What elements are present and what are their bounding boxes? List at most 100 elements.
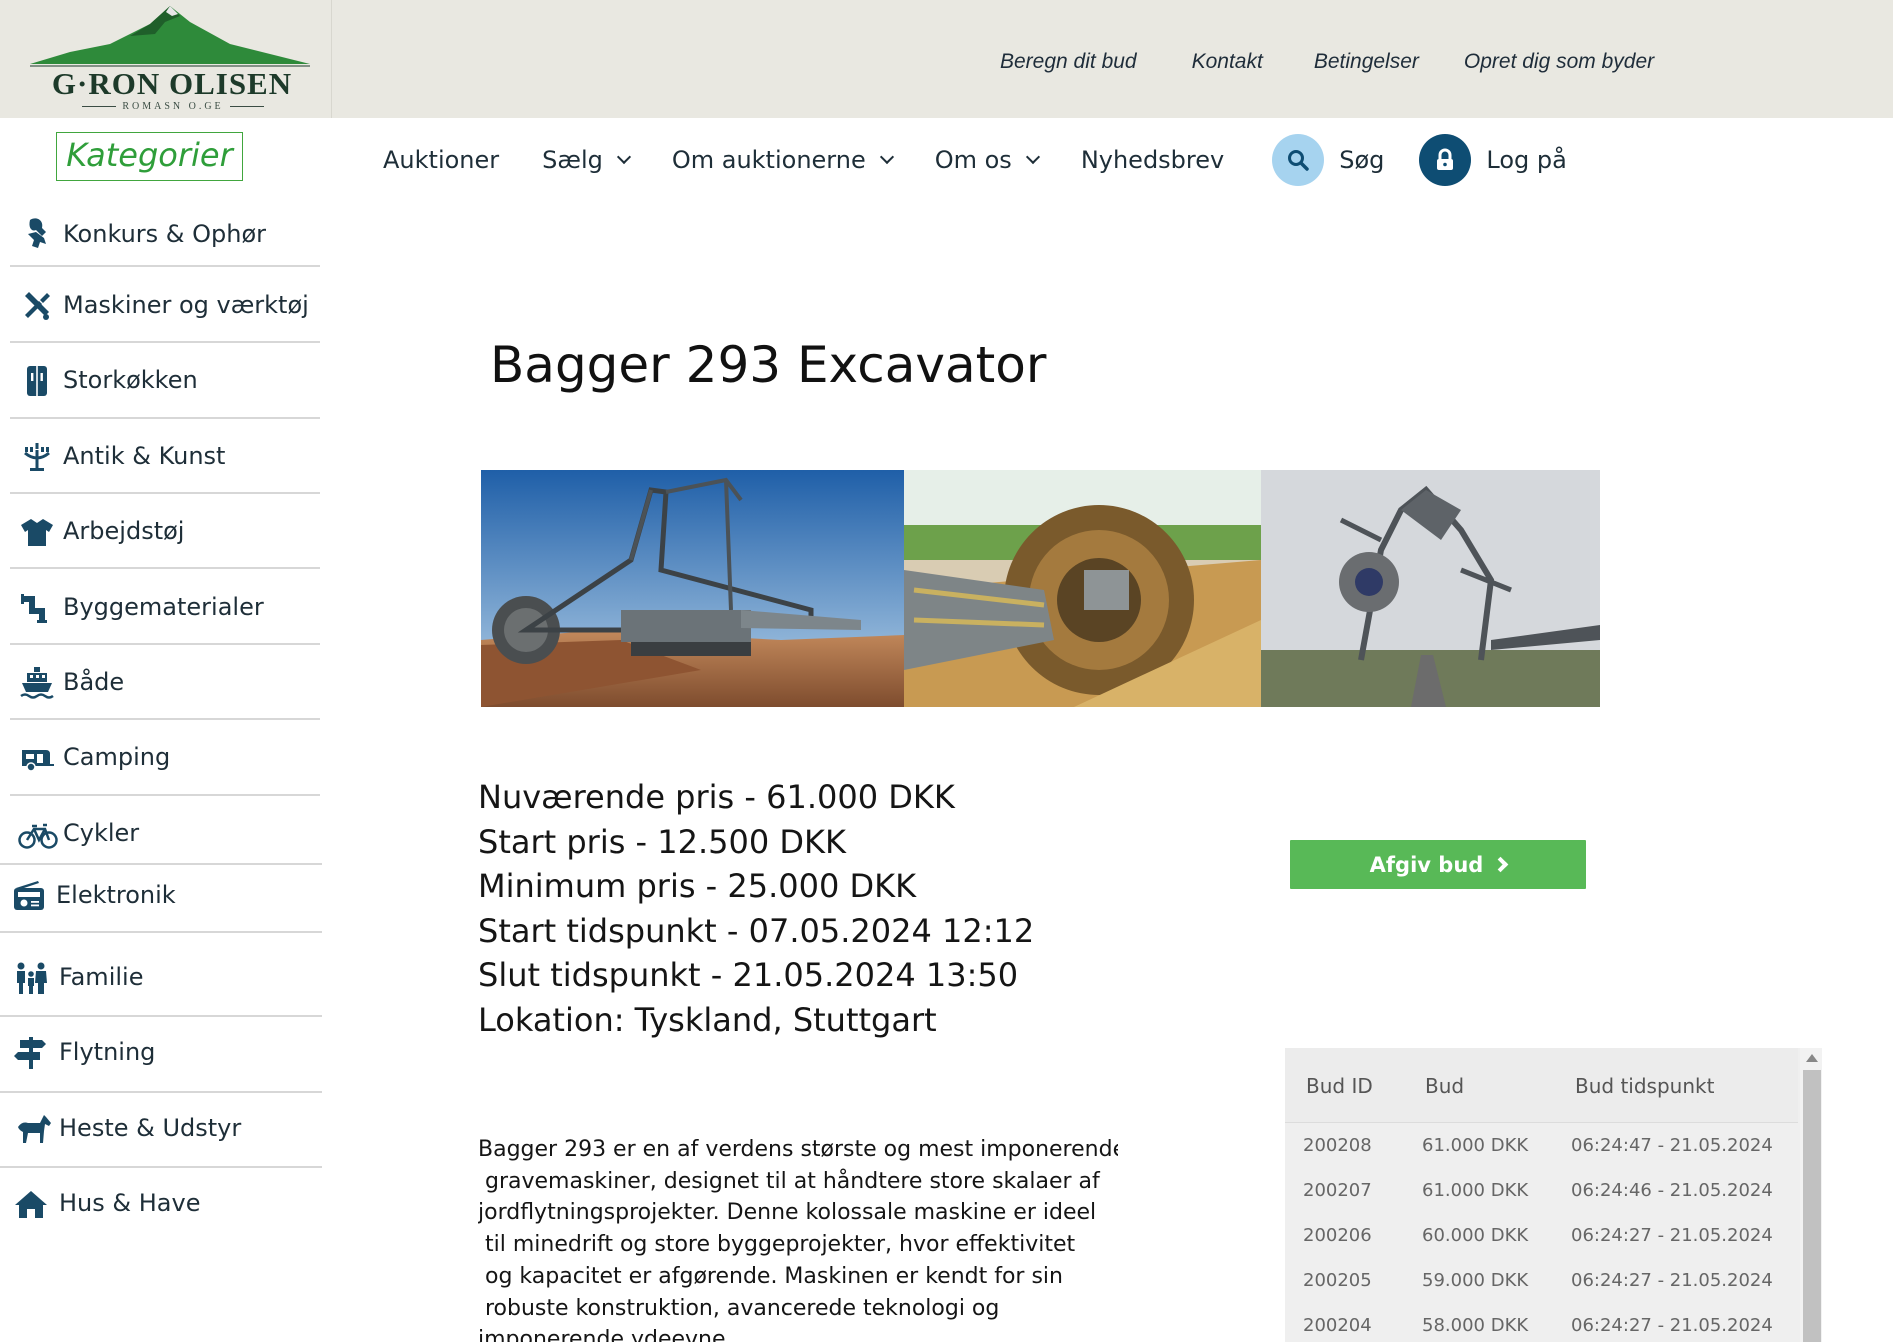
product-photo[interactable] [1261, 470, 1600, 707]
header-bid-time[interactable]: Bud tidspunkt [1575, 1074, 1714, 1098]
divider [0, 1166, 322, 1168]
caravan-icon [20, 741, 54, 775]
link-opret-byder[interactable]: Opret dig som byder [1464, 50, 1654, 74]
location: Lokation: Tyskland, Stuttgart [478, 1000, 937, 1039]
category-label: Flytning [59, 1038, 156, 1066]
product-photo[interactable] [904, 470, 1261, 707]
link-beregn-dit-bud[interactable]: Beregn dit bud [1000, 50, 1137, 74]
table-row: 200206 60.000 DKK 06:24:27 - 21.05.2024 [1285, 1225, 1798, 1270]
table-row: 200207 61.000 DKK 06:24:46 - 21.05.2024 [1285, 1180, 1798, 1225]
login-label: Log på [1486, 146, 1567, 174]
category-konkurs-ophor[interactable]: Konkurs & Ophør [10, 210, 320, 256]
link-betingelser[interactable]: Betingelser [1314, 50, 1419, 74]
chevron-right-icon [1493, 856, 1509, 873]
brand-logo[interactable]: G·RON OLISEN ROMASN O.GE [0, 0, 332, 118]
category-arbejdstoj[interactable]: Arbejdstøj [10, 509, 320, 555]
category-heste-udstyr[interactable]: Heste & Udstyr [0, 1106, 320, 1152]
chevron-down-icon [1025, 149, 1040, 165]
category-label: Maskiner og værktøj [63, 291, 309, 319]
description-line: robuste konstruktion, avancerede teknolo… [478, 1295, 1000, 1321]
category-familie[interactable]: Familie [0, 955, 320, 1001]
handshake-icon [20, 216, 54, 250]
category-label: Camping [63, 743, 171, 771]
bid-id-cell: 200208 [1303, 1135, 1372, 1156]
category-antik-kunst[interactable]: Antik & Kunst [10, 434, 320, 480]
nav-om-os[interactable]: Om os [934, 146, 1040, 174]
category-label: Familie [59, 963, 144, 991]
categories-heading: Kategorier [56, 132, 243, 181]
search-icon [1272, 134, 1325, 186]
description-line: Bagger 293 er en af verdens største og m… [478, 1137, 1118, 1162]
bid-amount-cell: 59.000 DKK [1422, 1270, 1529, 1291]
bid-time-cell: 06:24:27 - 21.05.2024 [1571, 1225, 1773, 1246]
bid-amount-cell: 61.000 DKK [1422, 1135, 1529, 1156]
house-icon [14, 1187, 48, 1221]
login-button[interactable]: Log på [1419, 134, 1567, 186]
bid-amount-cell: 58.000 DKK [1422, 1315, 1529, 1336]
bid-time-cell: 06:24:47 - 21.05.2024 [1571, 1135, 1773, 1156]
excavator-photo-1 [481, 470, 904, 707]
category-cykler[interactable]: Cykler [10, 811, 320, 857]
bid-id-cell: 200205 [1303, 1270, 1372, 1291]
brand-subtitle: ROMASN O.GE [60, 101, 286, 112]
category-label: Cykler [63, 819, 140, 847]
nav-saelg[interactable]: Sælg [542, 146, 631, 174]
mountain-logo-icon [30, 6, 310, 67]
nav-auktioner[interactable]: Auktioner [383, 146, 499, 174]
bid-time-cell: 06:24:27 - 21.05.2024 [1571, 1270, 1773, 1291]
divider [0, 1015, 322, 1017]
lock-icon [1419, 134, 1472, 186]
nav-nyhedsbrev[interactable]: Nyhedsbrev [1081, 146, 1224, 174]
bid-time-cell: 06:24:27 - 21.05.2024 [1571, 1315, 1773, 1336]
shirt-icon [20, 515, 54, 549]
category-hus-have[interactable]: Hus & Have [0, 1181, 320, 1227]
category-bade[interactable]: Både [10, 660, 320, 706]
divider [10, 718, 320, 720]
category-elektronik[interactable]: Elektronik [0, 873, 320, 919]
end-time: Slut tidspunkt - 21.05.2024 13:50 [478, 956, 1019, 994]
category-flytning[interactable]: Flytning [0, 1030, 320, 1076]
product-photo[interactable] [481, 470, 904, 707]
nav-om-auktionerne[interactable]: Om auktionerne [671, 146, 894, 174]
divider [10, 567, 320, 569]
divider [10, 417, 320, 419]
link-kontakt[interactable]: Kontakt [1192, 50, 1263, 74]
nav-om-auktionerne-label: Om auktionerne [671, 146, 866, 174]
description-line: og kapacitet er afgørende. Maskinen er k… [478, 1263, 1063, 1289]
description-line: imponerende ydeevne. [478, 1327, 733, 1342]
bid-history-table: Bud ID Bud Bud tidspunkt 200208 61.000 D… [1285, 1048, 1822, 1342]
category-storkokken[interactable]: Storkøkken [10, 358, 320, 404]
product-description: Bagger 293 er en af verdens største og m… [478, 1134, 1118, 1342]
minimum-price: Minimum pris - 25.000 DKK [478, 867, 917, 905]
scroll-up-arrow-icon[interactable] [1806, 1054, 1818, 1062]
header-bid-id[interactable]: Bud ID [1306, 1074, 1373, 1098]
excavator-photo-3 [1261, 470, 1600, 707]
signpost-icon [14, 1036, 48, 1070]
category-maskiner-vaerktoj[interactable]: Maskiner og værktøj [10, 283, 320, 329]
bid-id-cell: 200206 [1303, 1225, 1372, 1246]
table-row: 200208 61.000 DKK 06:24:47 - 21.05.2024 [1285, 1135, 1798, 1180]
pipe-icon [20, 591, 54, 625]
description-line: gravemaskiner, designet til at håndtere … [478, 1168, 1100, 1194]
bid-amount-cell: 61.000 DKK [1422, 1180, 1529, 1201]
bid-table-header: Bud ID Bud Bud tidspunkt [1285, 1048, 1798, 1123]
category-label: Hus & Have [59, 1189, 201, 1217]
nav-om-os-label: Om os [934, 146, 1012, 174]
search-button[interactable]: Søg [1272, 134, 1384, 186]
place-bid-button[interactable]: Afgiv bud [1290, 840, 1586, 889]
header-bid[interactable]: Bud [1425, 1074, 1464, 1098]
bid-id-cell: 200207 [1303, 1180, 1372, 1201]
place-bid-label: Afgiv bud [1369, 852, 1484, 877]
product-gallery [481, 470, 1600, 707]
top-header-bar: G·RON OLISEN ROMASN O.GE Beregn dit bud … [0, 0, 1893, 118]
table-row: 200204 58.000 DKK 06:24:27 - 21.05.2024 [1285, 1315, 1798, 1342]
family-icon [14, 961, 48, 995]
category-camping[interactable]: Camping [10, 735, 320, 781]
nav-auktioner-label: Auktioner [383, 146, 500, 174]
scroll-thumb[interactable] [1803, 1070, 1821, 1342]
category-byggematerialer[interactable]: Byggematerialer [10, 585, 320, 631]
bid-table-scrollbar[interactable] [1800, 1048, 1822, 1342]
category-label: Både [63, 668, 125, 696]
category-label: Storkøkken [63, 366, 198, 394]
product-title: Bagger 293 Excavator [490, 336, 1047, 394]
